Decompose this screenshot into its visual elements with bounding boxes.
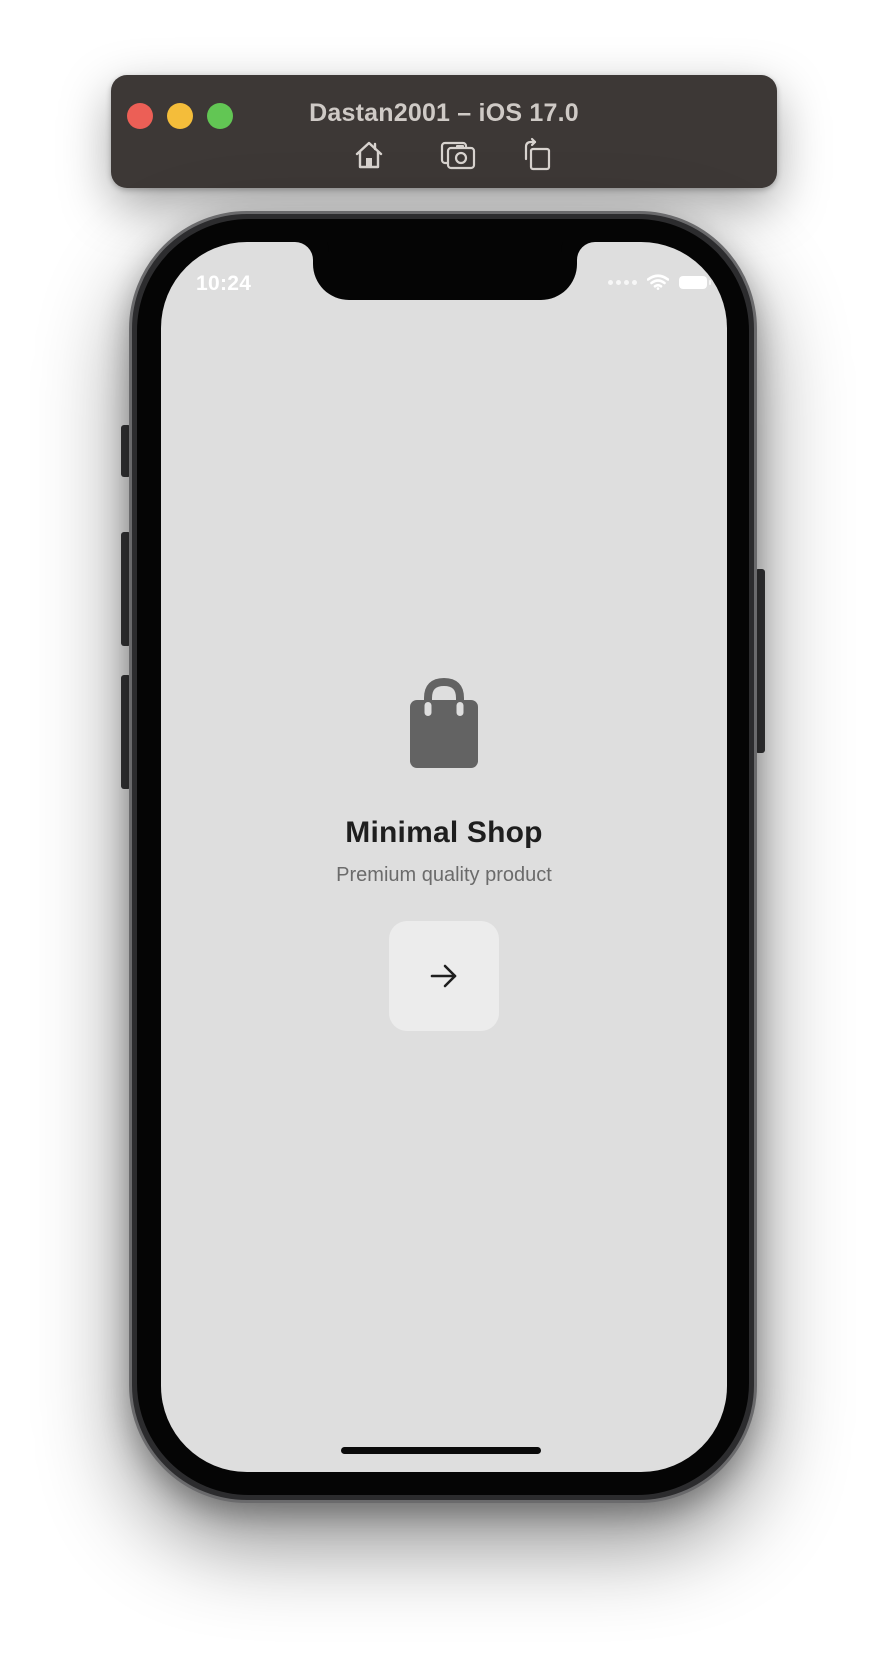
stage: Dastan2001 – iOS 17.0 10:24 Minimal Shop… bbox=[0, 0, 888, 1654]
simulator-title: Dastan2001 – iOS 17.0 bbox=[309, 99, 579, 127]
next-button[interactable] bbox=[389, 921, 499, 1031]
wifi-icon bbox=[647, 274, 669, 290]
app-subtitle: Premium quality product bbox=[336, 864, 552, 886]
home-button[interactable] bbox=[349, 135, 389, 175]
screenshot-icon bbox=[440, 141, 476, 170]
status-time: 10:24 bbox=[196, 272, 252, 295]
rotate-button[interactable] bbox=[517, 135, 557, 175]
home-icon bbox=[355, 141, 383, 169]
screenshot-button[interactable] bbox=[438, 135, 478, 175]
battery-icon bbox=[679, 275, 711, 289]
shopping-bag-icon bbox=[410, 678, 478, 768]
status-icons bbox=[608, 274, 711, 290]
app-title: Minimal Shop bbox=[345, 816, 543, 849]
notch bbox=[313, 242, 577, 300]
cellular-signal-icon bbox=[608, 279, 637, 285]
home-indicator[interactable] bbox=[341, 1447, 541, 1454]
device-screen: 10:24 Minimal Shop Premium quality produ… bbox=[161, 242, 727, 1472]
welcome-content: Minimal Shop Premium quality product bbox=[161, 678, 727, 1031]
arrow-right-icon bbox=[430, 964, 457, 988]
simulator-toolbar: Dastan2001 – iOS 17.0 bbox=[111, 75, 777, 188]
rotate-icon bbox=[524, 137, 551, 171]
